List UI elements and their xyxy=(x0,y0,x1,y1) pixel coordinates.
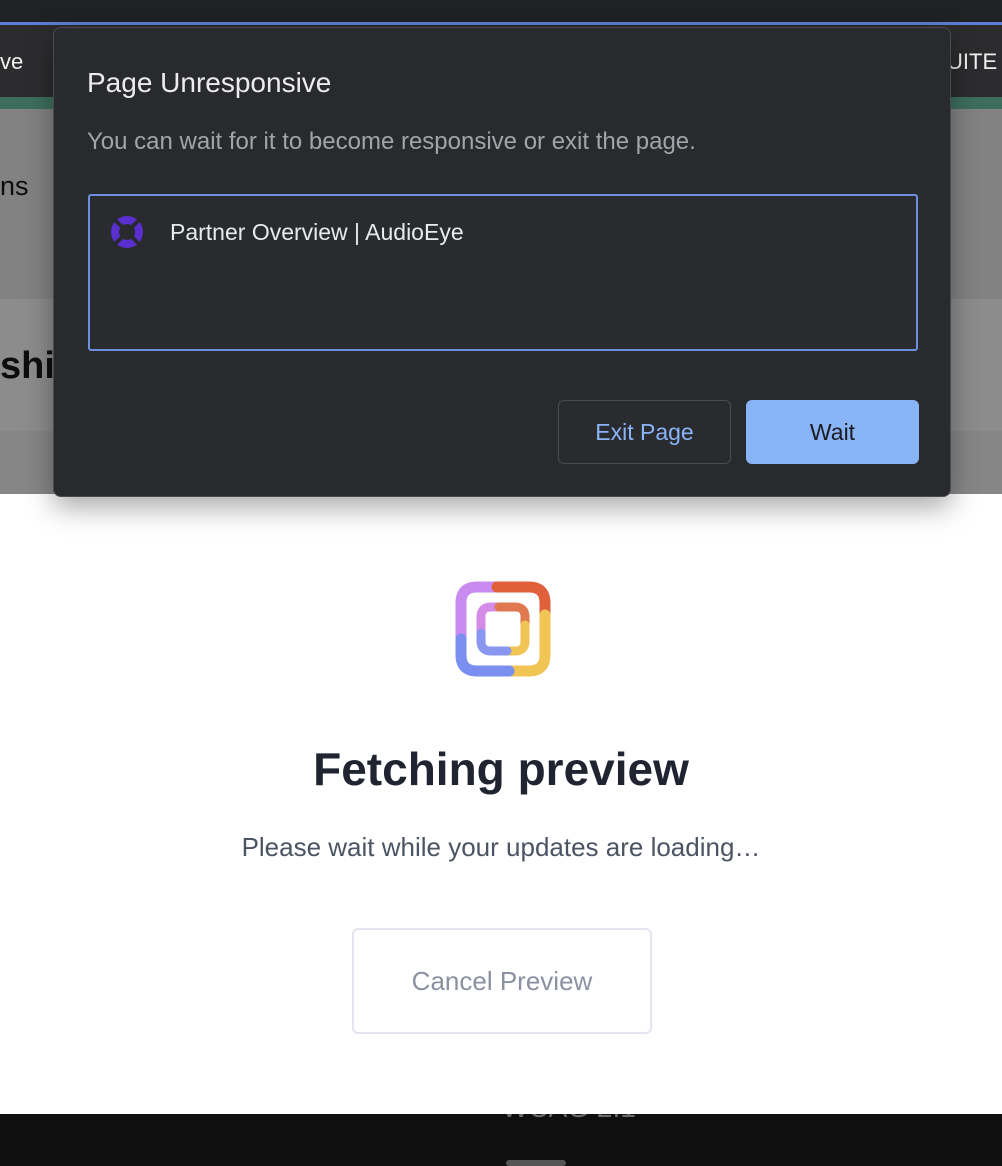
cancel-preview-button[interactable]: Cancel Preview xyxy=(352,928,652,1034)
audioeye-logo-icon xyxy=(111,216,143,248)
unresponsive-tab-list[interactable]: Partner Overview | AudioEye xyxy=(88,194,918,351)
wait-button[interactable]: Wait xyxy=(746,400,919,464)
browser-top-bar xyxy=(0,0,1002,24)
bottom-text-fragment xyxy=(506,1160,566,1166)
background-nav-right-text: UITE xyxy=(947,49,998,74)
builder-logo-icon xyxy=(455,581,551,677)
background-nav-left-text: ve xyxy=(0,49,24,74)
dialog-message: You can wait for it to become responsive… xyxy=(87,128,696,155)
bottom-bar: WCAG 2.1 xyxy=(0,1114,1002,1166)
background-heading-text: shi xyxy=(0,345,55,387)
background-menu-text: ns xyxy=(0,171,29,201)
page-unresponsive-dialog: Page Unresponsive You can wait for it to… xyxy=(53,27,951,497)
fetching-preview-title: Fetching preview xyxy=(313,743,689,795)
tab-title: Partner Overview | AudioEye xyxy=(170,218,464,245)
fetching-preview-subtitle: Please wait while your updates are loadi… xyxy=(241,832,761,862)
bottom-wcag-text: WCAG 2.1 xyxy=(502,1114,636,1124)
exit-page-button[interactable]: Exit Page xyxy=(558,400,731,464)
unresponsive-tab-item[interactable]: Partner Overview | AudioEye xyxy=(110,214,464,250)
dialog-title: Page Unresponsive xyxy=(87,67,332,98)
